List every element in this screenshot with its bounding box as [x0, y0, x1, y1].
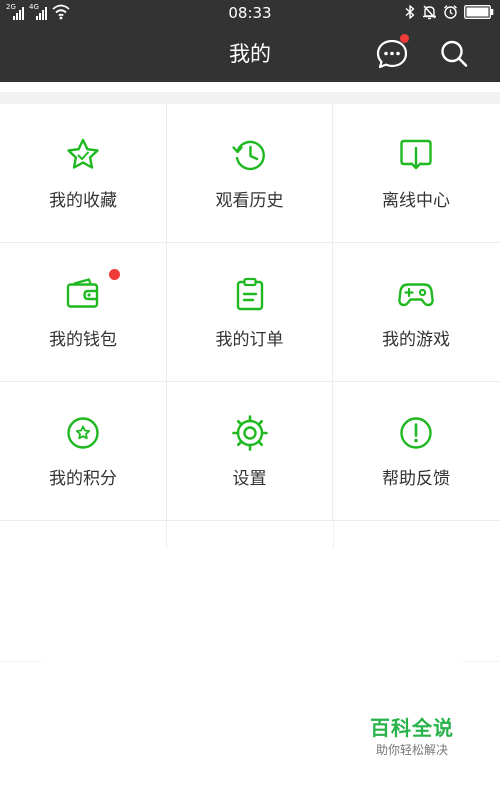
menu-item-label: 我的钱包	[49, 330, 117, 350]
menu-item-favorites[interactable]: 我的收藏	[0, 104, 166, 242]
menu-item-help-feedback[interactable]: 帮助反馈	[333, 382, 499, 520]
divider-line	[166, 521, 167, 549]
gamepad-icon	[398, 283, 434, 307]
messages-button[interactable]	[374, 34, 410, 72]
menu-item-label: 我的游戏	[382, 330, 450, 350]
section-divider	[0, 82, 500, 104]
page-title: 我的	[229, 42, 271, 66]
menu-item-label: 观看历史	[215, 191, 284, 211]
download-icon	[400, 139, 432, 170]
history-clock-icon	[231, 140, 265, 171]
menu-item-label: 离线中心	[382, 191, 450, 211]
menu-item-games[interactable]: 我的游戏	[333, 243, 499, 381]
status-right-group	[404, 4, 494, 20]
settings-gear-icon	[231, 415, 268, 451]
menu-item-label: 设置	[232, 469, 267, 489]
divider-line	[0, 661, 42, 662]
mute-bell-icon	[423, 5, 436, 20]
menu-row: 我的积分 设置 帮助反馈	[0, 382, 500, 521]
menu-item-label: 我的积分	[49, 469, 117, 489]
wallet-badge	[109, 269, 120, 280]
help-exclamation-icon	[400, 417, 432, 449]
bluetooth-icon	[405, 5, 415, 19]
search-icon	[441, 40, 468, 67]
watermark-subtitle: 助你轻松解决	[375, 743, 448, 757]
search-button[interactable]	[436, 36, 472, 72]
star-icon	[67, 138, 99, 169]
battery-icon	[464, 5, 494, 19]
menu-item-history[interactable]: 观看历史	[166, 104, 333, 242]
divider-line	[462, 661, 500, 662]
menu-item-label: 我的收藏	[49, 191, 117, 211]
alarm-icon	[444, 5, 457, 19]
watermark-title: 百科全说	[370, 716, 454, 740]
divider-line	[333, 521, 334, 549]
menu-item-offline-center[interactable]: 离线中心	[333, 104, 499, 242]
wallet-icon	[66, 278, 99, 308]
menu-item-orders[interactable]: 我的订单	[166, 243, 333, 381]
status-bar: 2G 4G 08:33	[0, 0, 500, 26]
menu-grid: 我的收藏 观看历史 离线中心 我的钱包 我的订单 我的游戏 我的积分 设置 帮助…	[0, 104, 500, 521]
menu-row: 我的收藏 观看历史 离线中心	[0, 104, 500, 243]
clipboard-icon	[236, 277, 263, 311]
menu-item-wallet[interactable]: 我的钱包	[0, 243, 166, 381]
watermark: 百科全说 助你轻松解决	[364, 716, 460, 758]
menu-item-label: 帮助反馈	[382, 469, 450, 489]
menu-item-settings[interactable]: 设置	[166, 382, 333, 520]
menu-item-label: 我的订单	[215, 330, 284, 350]
menu-item-points[interactable]: 我的积分	[0, 382, 166, 520]
menu-row: 我的钱包 我的订单 我的游戏	[0, 243, 500, 382]
points-icon	[67, 417, 99, 449]
header-bar: 我的	[0, 26, 500, 82]
message-badge	[400, 34, 409, 43]
